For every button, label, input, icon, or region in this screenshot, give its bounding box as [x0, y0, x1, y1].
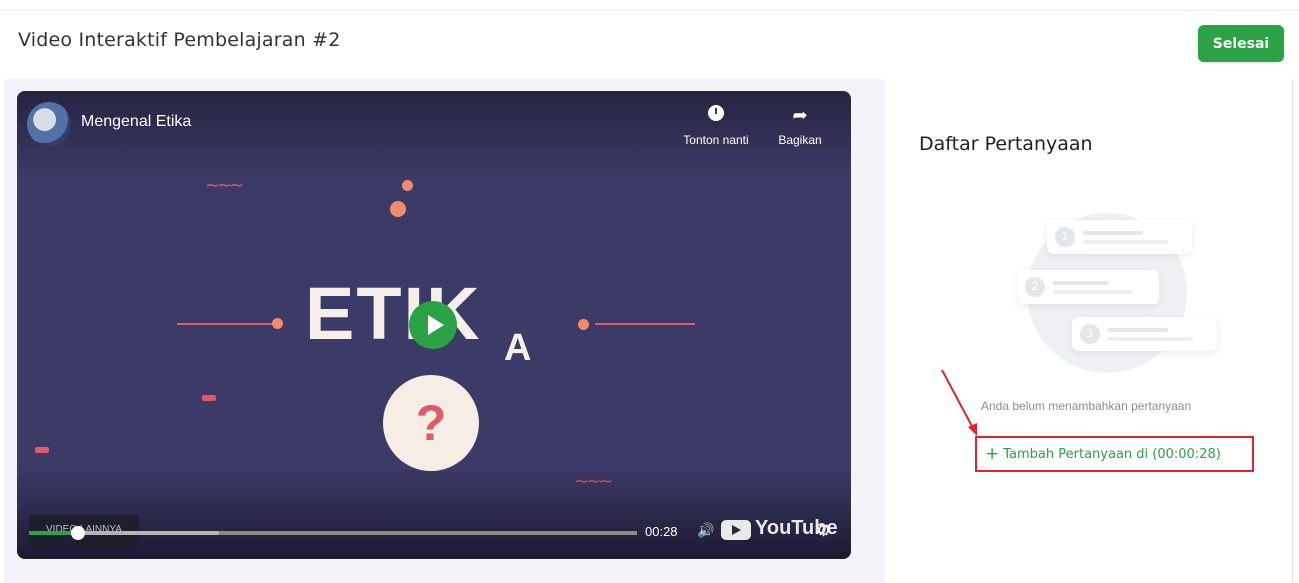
video-headline: ETIK — [305, 272, 482, 355]
decor-line-right — [595, 323, 695, 325]
decor-dot — [402, 180, 413, 191]
illustration-card: 1 — [1047, 220, 1192, 254]
video-player[interactable]: Mengenal Etika Tonton nanti ➦ Bagikan ~~… — [17, 91, 851, 559]
done-button[interactable]: Selesai — [1198, 25, 1284, 62]
volume-icon[interactable]: 🔊 — [697, 523, 714, 539]
illustration-number: 1 — [1055, 227, 1075, 247]
decor-dot — [390, 201, 406, 217]
video-title[interactable]: Mengenal Etika — [81, 113, 191, 131]
youtube-play-icon — [721, 520, 751, 540]
decor-dot — [272, 318, 283, 329]
share-button[interactable]: ➦ Bagikan — [769, 105, 831, 147]
question-mark-graphic: ? — [383, 375, 479, 471]
illustration-card: 2 — [1017, 270, 1159, 304]
decor-dash — [35, 447, 49, 453]
progress-scrubber[interactable] — [70, 526, 85, 540]
progress-bar[interactable] — [29, 526, 637, 540]
plus-icon: + — [985, 444, 1000, 464]
decor-line-left — [177, 323, 273, 325]
annotation-arrow — [941, 369, 977, 436]
illustration-line — [1053, 290, 1133, 294]
illustration-line — [1108, 337, 1193, 341]
illustration-number: 2 — [1025, 277, 1045, 297]
play-icon — [428, 315, 444, 335]
illustration-number: 3 — [1080, 324, 1100, 344]
channel-avatar-icon[interactable] — [27, 102, 71, 146]
illustration-line — [1053, 281, 1108, 285]
gear-icon[interactable]: ⚙ — [816, 521, 831, 541]
add-question-button[interactable]: + Tambah Pertanyaan di (00:00:28) — [975, 436, 1254, 472]
current-time: 00:28 — [645, 524, 678, 539]
play-button[interactable] — [409, 301, 457, 349]
decor-dot — [578, 319, 589, 330]
share-arrow-icon: ➦ — [792, 105, 808, 125]
decor-squiggle: ~~~ — [205, 175, 244, 196]
watch-later-label: Tonton nanti — [683, 133, 749, 147]
empty-state-illustration: 1 2 3 — [1002, 195, 1222, 375]
share-label: Bagikan — [778, 133, 822, 147]
watch-later-button[interactable]: Tonton nanti — [671, 105, 761, 147]
illustration-card: 3 — [1072, 317, 1217, 351]
player-bottom-gradient — [17, 469, 851, 559]
decor-dash — [202, 395, 216, 401]
page-title: Video Interaktif Pembelajaran #2 — [18, 29, 341, 51]
illustration-line — [1108, 328, 1168, 332]
empty-state-message: Anda belum menambahkan pertanyaan — [981, 399, 1192, 413]
youtube-logo[interactable]: YouTube — [721, 517, 838, 541]
illustration-line — [1083, 231, 1143, 235]
question-list-title: Daftar Pertanyaan — [919, 133, 1093, 155]
illustration-line — [1083, 240, 1168, 244]
clock-icon — [708, 105, 724, 121]
header-divider — [0, 10, 1299, 11]
add-question-label: Tambah Pertanyaan di (00:00:28) — [1003, 447, 1221, 462]
video-headline-tail: A — [504, 327, 532, 369]
